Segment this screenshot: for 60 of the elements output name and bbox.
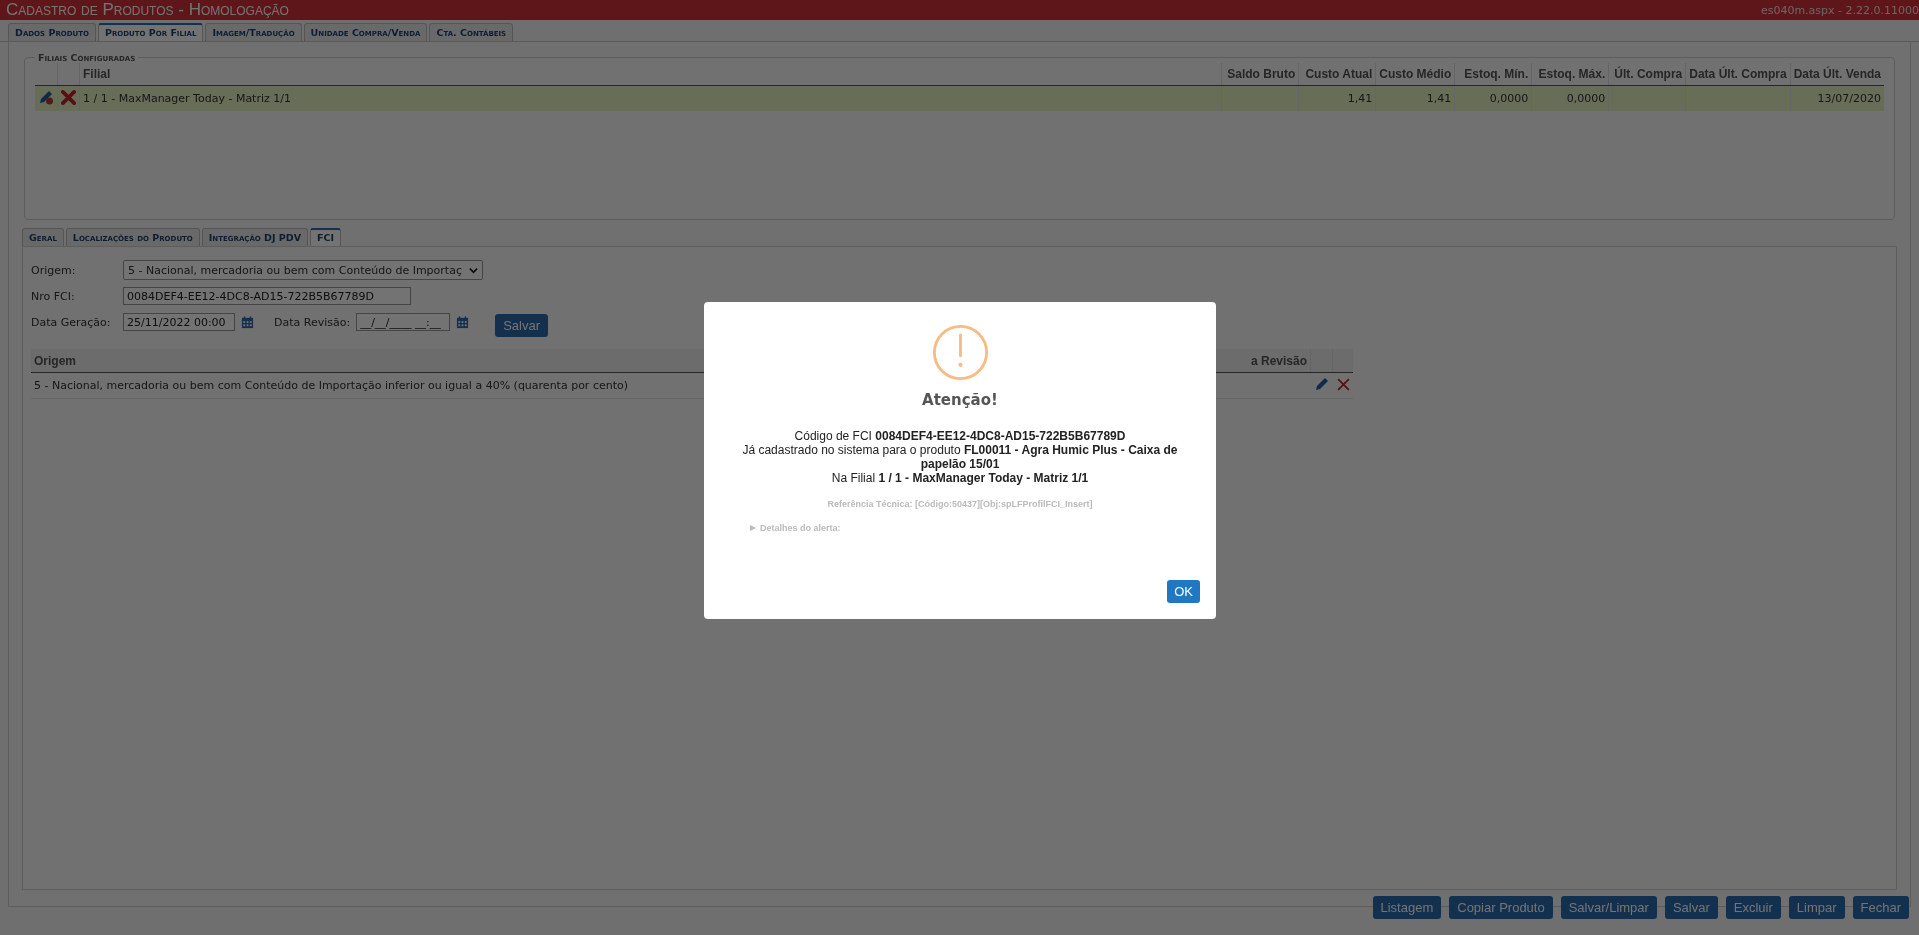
calendar-icon[interactable] [456,315,470,329]
date-field[interactable]: __/__/____ __:__ [356,313,451,331]
edit-icon[interactable] [1313,376,1330,392]
footer-button[interactable]: Limpar [1788,896,1845,919]
input-field[interactable]: 0084DEF4-EE12-4DC8-AD15-722B5B67789D [123,287,411,305]
footer-button[interactable]: Copiar Produto [1449,896,1553,919]
column-header: Custo Atual [1298,63,1376,86]
tab[interactable]: Integração DJ PDV [201,228,309,246]
version-text: es040m.aspx - 2.22.0.11000 [1760,3,1919,17]
delete-icon[interactable] [1337,377,1350,391]
message-text: Na Filial 1 / 1 - MaxManager Today - Matriz 1/1 [830,471,1090,485]
field-label: Data Geração: [31,315,112,329]
column-header: Últ. Compra [1608,63,1686,86]
window-title: Cadastro de Produtos - Homologação [6,0,289,20]
message-text: Código de FCI 0084DEF4-EE12-4DC8-AD15-722B5B67789D [793,429,1127,443]
field-label: Data Revisão: [274,315,351,329]
tab[interactable]: Dados Produto [8,23,96,41]
tab[interactable]: Geral [22,228,64,246]
field-label: Nro FCI: [31,289,76,303]
column-header: Saldo Bruto [1221,63,1299,86]
table-cell: 1 / 1 - MaxManager Today - Matriz 1/1 [79,85,1222,111]
column-header: Custo Médio [1375,63,1455,86]
panel-legend: Filiais Configuradas [35,52,139,63]
column-header: Estoq. Máx. [1531,63,1609,86]
date-field[interactable]: 25/11/2022 00:00 [123,313,235,331]
table-row[interactable]: 1 / 1 - MaxManager Today - Matriz 1/1 1,41 1,41 0,0000 0,0000 13/07/2020 [35,85,1884,111]
column-header: Data Últ. Venda [1790,63,1884,86]
tab[interactable]: Unidade Compra/Venda [303,23,428,41]
column-header: Data Últ. Compra [1685,63,1791,86]
table-cell: 1,41 [1375,85,1455,111]
calendar-icon[interactable] [241,315,254,329]
message-text: Já cadastrado no sistema para o produto FL00011 - Agra Humic Plus - Caixa de papelão 15/01 [741,443,1179,471]
footer-button[interactable]: Fechar [1852,896,1909,919]
footer-button[interactable]: Salvar [1664,896,1718,919]
edit-icon[interactable] [38,89,54,105]
reference-text: Referência Técnica: [Código:50437][Obj:spLFProfilFCI_Insert] [827,499,1093,509]
triangle-right-icon [750,525,756,531]
tab[interactable]: FCI [310,228,342,246]
footer-button[interactable]: Excluir [1725,896,1781,919]
warning-icon [931,324,989,381]
delete-icon[interactable] [61,89,76,105]
details-toggle[interactable]: Detalhes do alerta: [750,523,841,533]
tab[interactable]: Produto Por Filial [97,23,204,41]
table-cell: 1,41 [1298,85,1376,111]
column-header: Estoq. Mín. [1454,63,1532,86]
chevron-down-icon [469,265,478,275]
table-cell: 0,0000 [1454,85,1532,111]
field-label: Origem: [31,263,77,277]
tab[interactable]: Localizações do Produto [65,228,200,246]
origin-select[interactable]: 5 - Nacional, mercadoria ou bem com Conteúdo de Importaç [123,260,483,280]
tab[interactable]: Cta. Contábeis [429,23,514,41]
footer-button[interactable]: Salvar/Limpar [1560,896,1657,919]
column-header: a Revisão [1224,349,1311,373]
tab[interactable]: Imagem/Tradução [205,23,302,41]
ok-button[interactable]: OK [1167,580,1200,603]
table-cell: 13/07/2020 [1790,85,1884,111]
column-header: Filial [79,63,1222,86]
table-cell: 0,0000 [1531,85,1609,111]
save-button[interactable]: Salvar [495,313,548,337]
footer-button[interactable]: Listagem [1372,896,1442,919]
